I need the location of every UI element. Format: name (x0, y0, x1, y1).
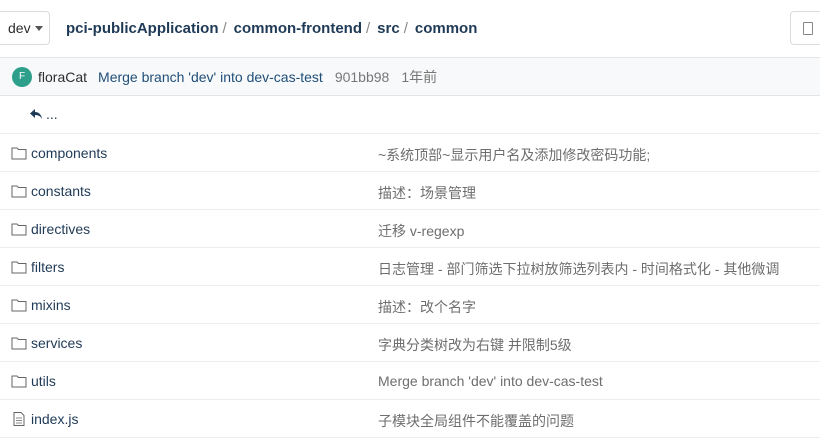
commit-message[interactable]: Merge branch 'dev' into dev-cas-test (98, 69, 323, 85)
file-row[interactable]: components ~系统顶部~显示用户名及添加修改密码功能; (0, 134, 820, 172)
last-commit-bar: F floraCat Merge branch 'dev' into dev-c… (0, 57, 820, 96)
avatar[interactable]: F (12, 66, 32, 87)
branch-dropdown[interactable]: dev (0, 11, 50, 45)
commit-author[interactable]: floraCat (38, 69, 87, 85)
file-commit-message[interactable]: 日志管理 - 部门筛选下拉树放筛选列表内 - 时间格式化 - 其他微调 (378, 259, 779, 279)
new-file-button[interactable] (790, 11, 820, 45)
top-bar: dev pci-publicApplication / common-fronte… (0, 0, 820, 57)
file-name[interactable]: utils (31, 373, 56, 389)
file-row[interactable]: filters 日志管理 - 部门筛选下拉树放筛选列表内 - 时间格式化 - 其… (0, 248, 820, 286)
file-commit-message[interactable]: 描述：改个名字 (378, 297, 476, 317)
file-row[interactable]: services 字典分类树改为右键 并限制5级 (0, 324, 820, 362)
file-commit-message[interactable]: 描述：场景管理 (378, 183, 476, 203)
folder-icon (11, 337, 27, 350)
file-name[interactable]: index.js (31, 411, 78, 427)
breadcrumb-src[interactable]: src (377, 20, 400, 37)
parent-directory-link[interactable]: ... (30, 106, 58, 122)
branch-label: dev (8, 20, 31, 36)
document-icon (803, 22, 813, 35)
file-name[interactable]: constants (31, 183, 91, 199)
parent-directory-label: ... (46, 106, 58, 122)
file-name[interactable]: directives (31, 221, 90, 237)
commit-time: 1年前 (401, 68, 438, 85)
breadcrumb-separator: / (222, 20, 227, 37)
breadcrumb-common-frontend[interactable]: common-frontend (234, 20, 362, 37)
file-name[interactable]: filters (31, 259, 64, 275)
file-commit-message[interactable]: 子模块全局组件不能覆盖的问题 (378, 411, 574, 431)
file-row[interactable]: utils Merge branch 'dev' into dev-cas-te… (0, 362, 820, 400)
parent-directory-row[interactable]: ... (0, 96, 820, 134)
breadcrumb-common[interactable]: common (415, 20, 478, 37)
commit-sha[interactable]: 901bb98 (335, 69, 390, 85)
file-commit-message[interactable]: ~系统顶部~显示用户名及添加修改密码功能; (378, 145, 650, 165)
breadcrumb-repo[interactable]: pci-publicApplication (66, 20, 219, 37)
file-row[interactable]: constants 描述：场景管理 (0, 172, 820, 210)
file-name[interactable]: services (31, 335, 82, 351)
folder-icon (11, 147, 27, 160)
file-name[interactable]: components (31, 145, 107, 161)
file-commit-message[interactable]: 字典分类树改为右键 并限制5级 (378, 335, 572, 355)
folder-icon (11, 223, 27, 236)
caret-down-icon (34, 25, 43, 31)
file-row[interactable]: mixins 描述：改个名字 (0, 286, 820, 324)
folder-icon (11, 261, 27, 274)
file-row[interactable]: directives 迁移 v-regexp (0, 210, 820, 248)
breadcrumb-separator: / (366, 20, 371, 37)
folder-icon (11, 375, 27, 388)
file-list: ... components ~系统顶部~显示用户名及添加修改密码功能; con… (0, 96, 820, 438)
file-icon (13, 412, 25, 426)
file-name[interactable]: mixins (31, 297, 71, 313)
file-commit-message[interactable]: Merge branch 'dev' into dev-cas-test (378, 373, 603, 389)
file-row[interactable]: index.js 子模块全局组件不能覆盖的问题 (0, 400, 820, 438)
breadcrumb: pci-publicApplication / common-frontend / … (66, 20, 477, 37)
folder-icon (11, 185, 27, 198)
back-arrow-icon (30, 108, 42, 119)
folder-icon (11, 299, 27, 312)
breadcrumb-separator: / (403, 20, 408, 37)
file-commit-message[interactable]: 迁移 v-regexp (378, 221, 464, 241)
